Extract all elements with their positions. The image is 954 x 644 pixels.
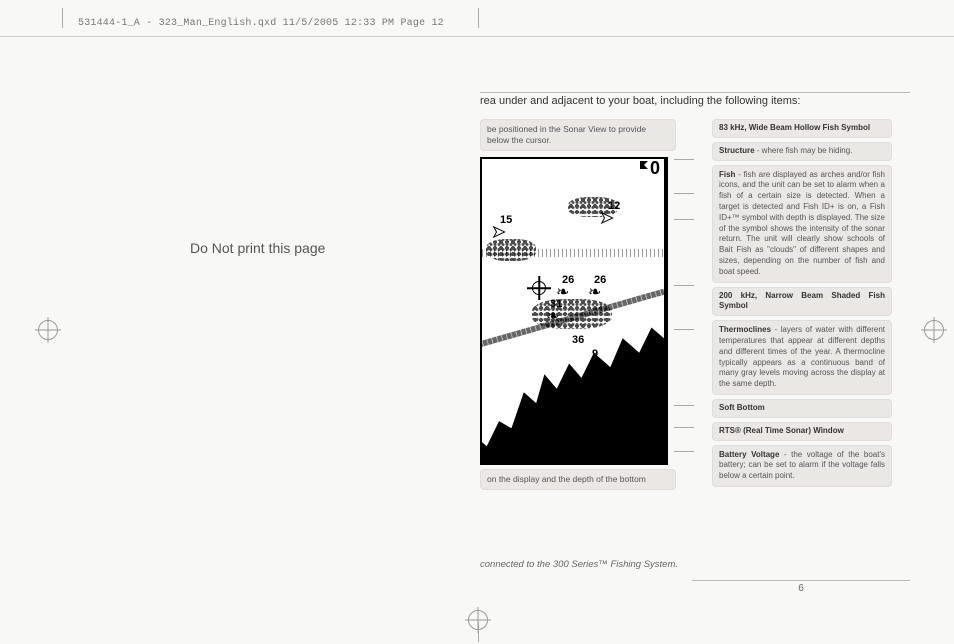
diagram-left-stack: be positioned in the Sonar View to provi… (480, 119, 676, 494)
voltage-unit: V (530, 428, 538, 442)
label-83khz: 83 kHz, Wide Beam Hollow Fish Symbol (712, 119, 892, 138)
fish-depth: 26 (594, 275, 606, 286)
rts-bar (666, 159, 668, 169)
rts-window (664, 157, 668, 465)
labels-column: 83 kHz, Wide Beam Hollow Fish Symbol Str… (712, 119, 892, 487)
flag-icon (638, 160, 650, 176)
label-title: Fish (719, 170, 735, 179)
lead-line (674, 451, 694, 452)
cursor-target-icon (532, 281, 546, 295)
left-page: Do Not print this page (60, 40, 460, 614)
label-text: - fish are displayed as arches and/or fi… (719, 170, 885, 276)
sonar-noise (486, 239, 536, 261)
depth-bottom-value: 60 (642, 441, 662, 459)
rts-bar (666, 205, 668, 221)
rts-bar (666, 339, 668, 399)
sonar-diagram: be positioned in the Sonar View to provi… (480, 119, 910, 494)
fish-hollow-icon: ➤ (600, 211, 613, 227)
page-number: 6 (692, 580, 910, 594)
label-rts: RTS® (Real Time Sonar) Window (712, 422, 892, 441)
lead-line (674, 427, 694, 428)
label-text: - layers of water with different tempera… (719, 325, 885, 388)
label-battery: Battery Voltage - the voltage of the boa… (712, 445, 892, 487)
rts-bar (666, 279, 668, 291)
label-fish: Fish - fish are displayed as arches and/… (712, 165, 892, 283)
lead-line (674, 159, 694, 160)
label-title: RTS® (Real Time Sonar) Window (719, 426, 844, 435)
crop-mark (478, 622, 479, 642)
label-thermoclines: Thermoclines - layers of water with diff… (712, 320, 892, 395)
fish-depth: 12 (608, 201, 620, 212)
label-title: Structure (719, 146, 755, 155)
registration-mark (38, 320, 58, 340)
label-soft-bottom: Soft Bottom (712, 399, 892, 418)
label-title: 83 kHz, Wide Beam Hollow Fish Symbol (719, 123, 870, 132)
fish-shaded-icon: ❧ (588, 285, 601, 301)
crop-top-rule (0, 36, 954, 37)
label-structure: Structure - where fish may be hiding. (712, 142, 892, 161)
crop-mark (62, 8, 63, 28)
caption-bottom: on the display and the depth of the bott… (480, 469, 676, 490)
fish-depth: 36 (572, 335, 584, 346)
depth-top-value: 0 (650, 159, 660, 177)
voltage-value: 4.0 (486, 427, 530, 463)
label-200khz: 200 kHz, Narrow Beam Shaded Fish Symbol (712, 287, 892, 317)
lead-line (674, 285, 694, 286)
registration-mark (924, 320, 944, 340)
rts-bar (666, 397, 668, 463)
depth-top: 0 (636, 159, 662, 177)
caption-top: be positioned in the Sonar View to provi… (480, 119, 676, 151)
crop-mark (478, 8, 479, 28)
doc-slug: 531444-1_A - 323_Man_English.qxd 11/5/20… (78, 18, 444, 29)
fish-hollow-icon: ➤ (492, 225, 505, 241)
label-title: Soft Bottom (719, 403, 765, 412)
label-text: - where fish may be hiding. (755, 146, 853, 155)
do-not-print-note: Do Not print this page (190, 240, 325, 256)
page-spread: Do Not print this page rea under and adj… (60, 40, 924, 614)
right-page: rea under and adjacent to your boat, inc… (480, 92, 910, 494)
fish-depth: 31 (550, 299, 562, 310)
label-title: 200 kHz, Narrow Beam Shaded Fish Symbol (719, 291, 885, 311)
lead-lines (676, 119, 694, 494)
lead-line (674, 193, 694, 194)
sonar-screen: 0 ➤ 15 ➤ 12 ❧ 26 ❧ (480, 157, 668, 465)
intro-text: rea under and adjacent to your boat, inc… (480, 92, 910, 107)
label-title: Battery Voltage (719, 450, 779, 459)
footer-note: connected to the 300 Series™ Fishing Sys… (480, 559, 678, 570)
lead-line (674, 219, 694, 220)
lead-line (674, 329, 694, 330)
fish-depth: 26 (562, 275, 574, 286)
label-title: Thermoclines (719, 325, 771, 334)
battery-voltage: 4.0V (486, 429, 539, 461)
lead-line (674, 405, 694, 406)
fish-depth: 15 (500, 215, 512, 226)
